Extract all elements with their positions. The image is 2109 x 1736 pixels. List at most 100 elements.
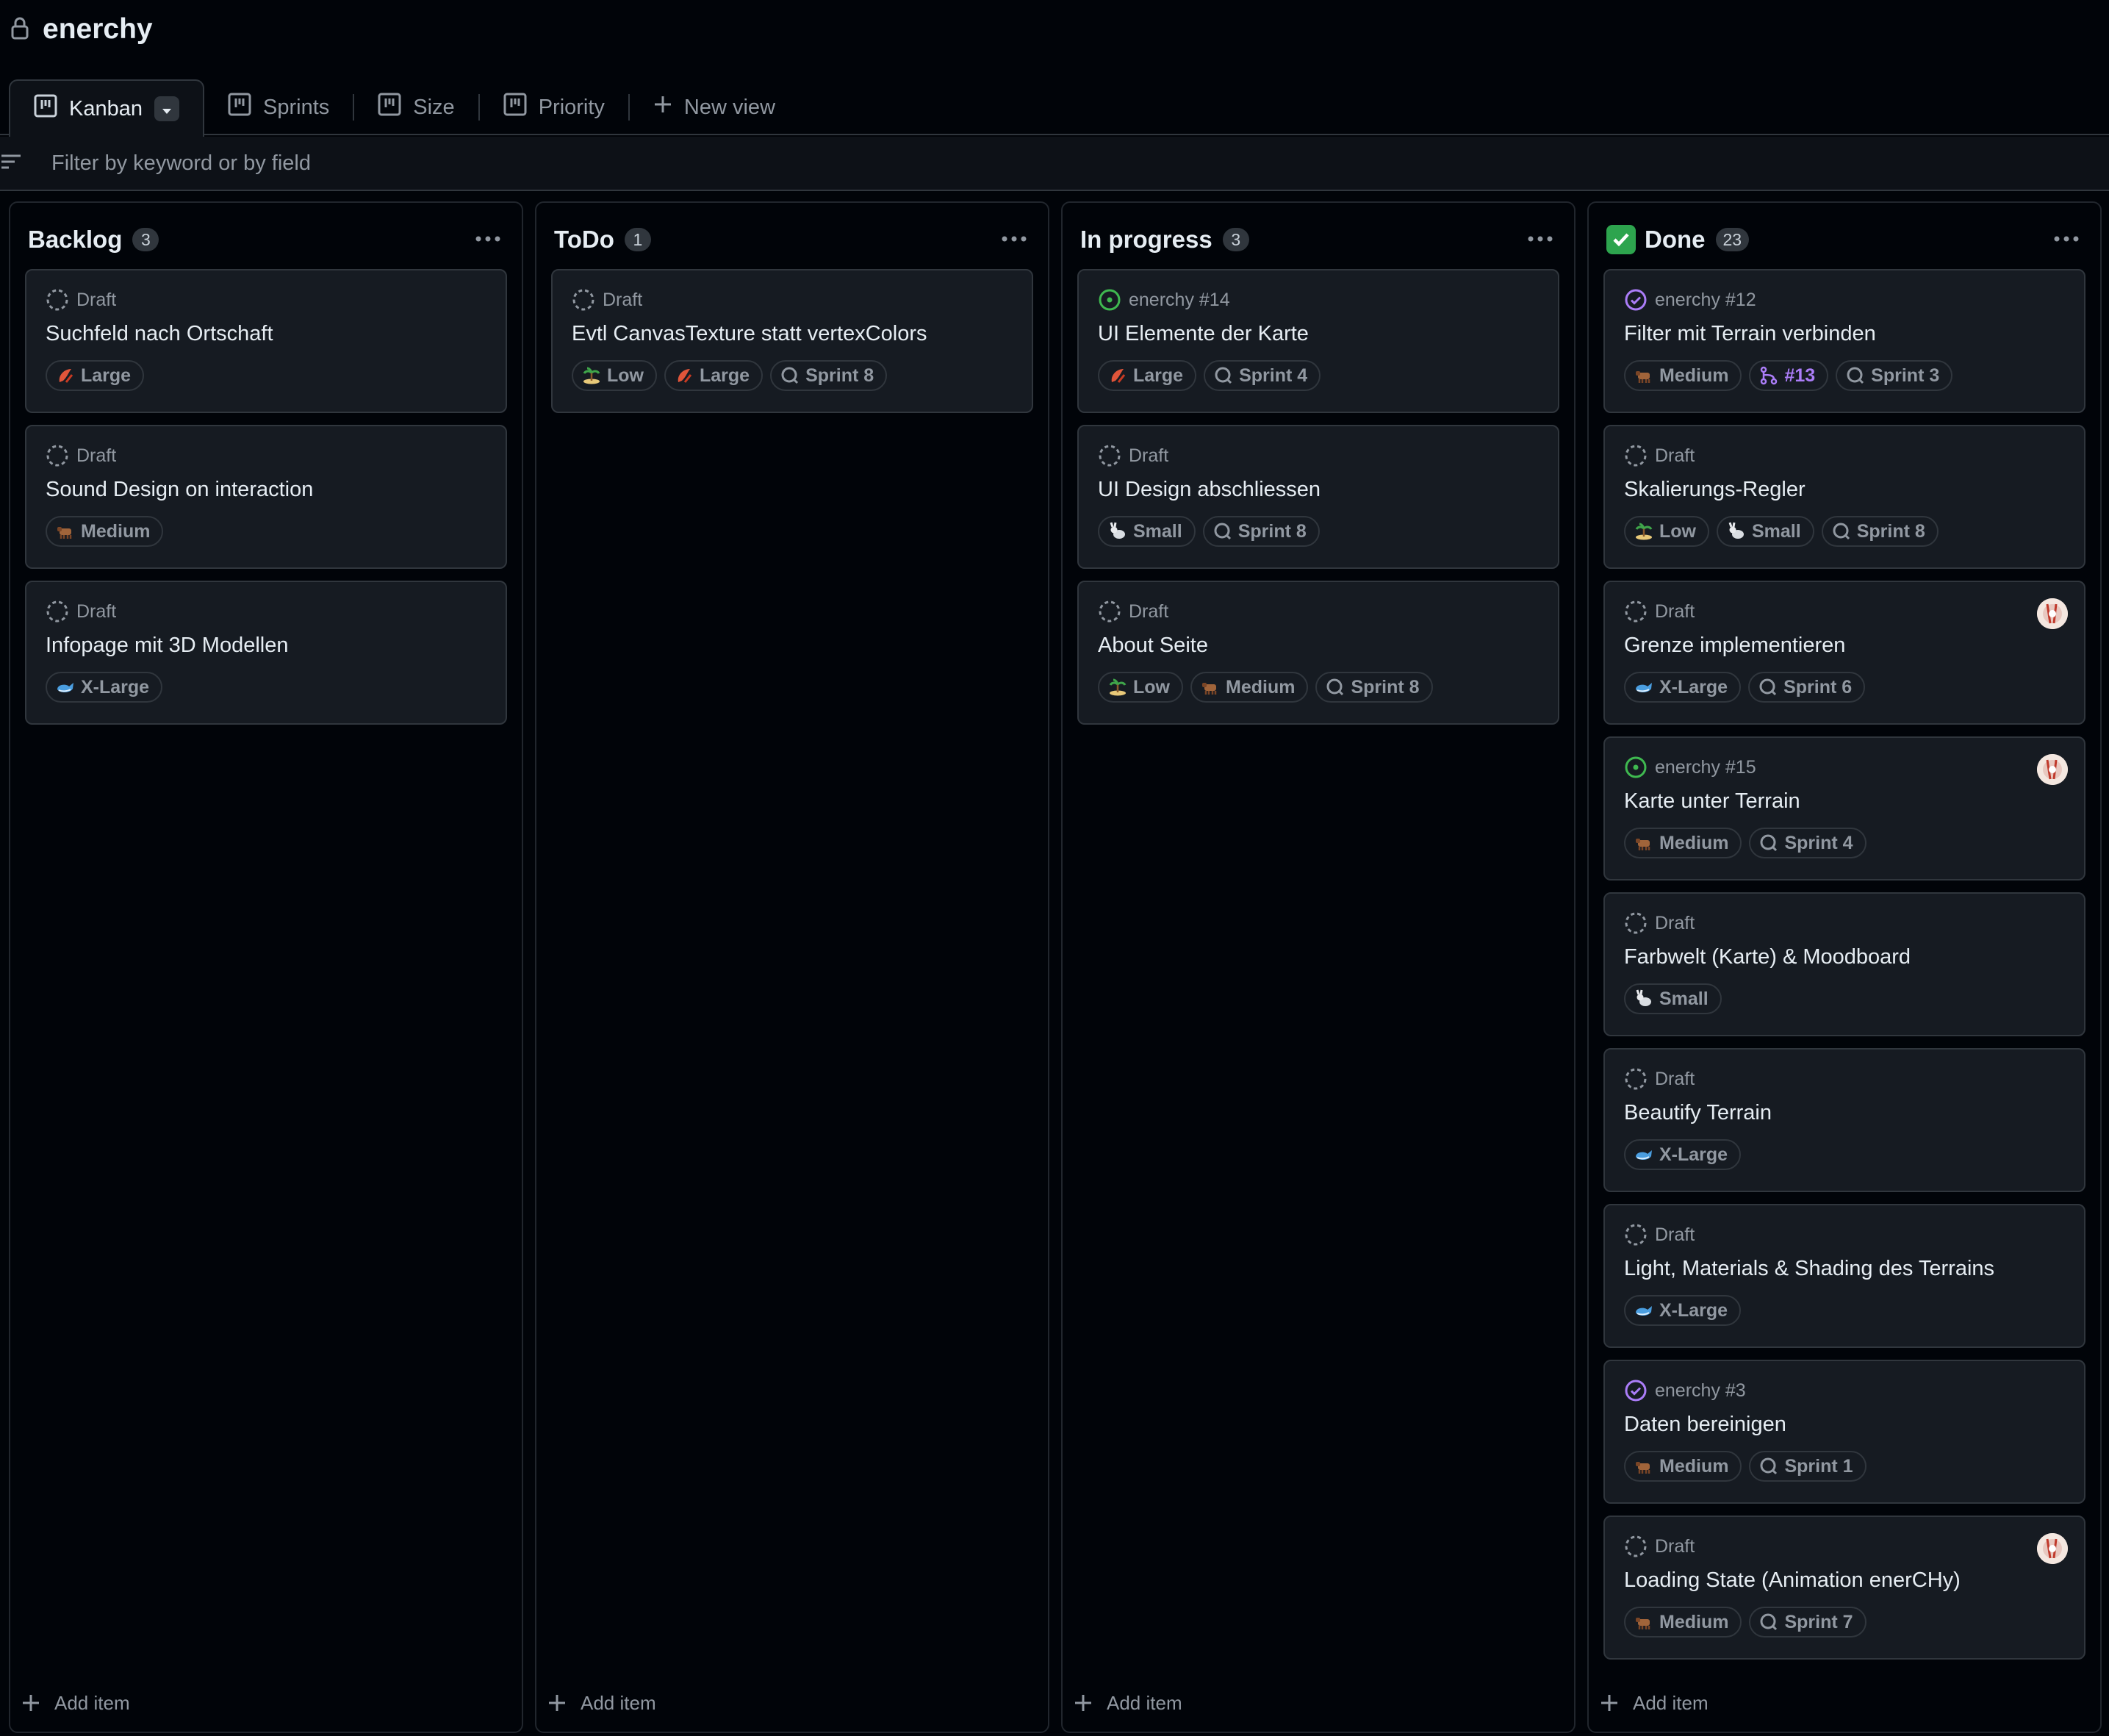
tab-priority[interactable]: Priority xyxy=(480,79,628,135)
tab-kanban[interactable]: Kanban xyxy=(9,79,204,137)
card-label[interactable]: Small xyxy=(1098,516,1196,547)
card-label-text: Low xyxy=(1133,676,1170,697)
issue-closed-icon xyxy=(1624,1379,1648,1402)
card-title[interactable]: Loading State (Animation enerCHy) xyxy=(1624,1568,1961,1593)
card-title[interactable]: Filter mit Terrain verbinden xyxy=(1624,322,1876,346)
column-menu-button[interactable] xyxy=(472,223,504,256)
card-label[interactable]: Sprint 8 xyxy=(1315,672,1433,703)
card-label[interactable]: Sprint 8 xyxy=(1821,516,1939,547)
project-header: enerchy Kanban Sprints Size Priority New… xyxy=(0,0,2109,137)
card-label[interactable]: Sprint 8 xyxy=(770,360,888,391)
card-label[interactable]: Low xyxy=(572,360,657,391)
card-label[interactable]: Small xyxy=(1717,516,1814,547)
card-meta-text: Draft xyxy=(603,289,643,310)
card-title[interactable]: Beautify Terrain xyxy=(1624,1101,1772,1125)
card-label[interactable]: Large xyxy=(46,360,145,391)
board-card[interactable]: Draft Beautify Terrain X-Large xyxy=(1603,1048,2085,1192)
assignee-avatar[interactable] xyxy=(2037,754,2068,785)
card-title[interactable]: Infopage mit 3D Modellen xyxy=(46,634,288,658)
card-label[interactable]: Sprint 4 xyxy=(1204,360,1321,391)
card-title[interactable]: About Seite xyxy=(1098,634,1208,658)
card-label[interactable]: Sprint 8 xyxy=(1202,516,1320,547)
card-title[interactable]: Daten bereinigen xyxy=(1624,1413,1786,1437)
card-labels: Medium Sprint 4 xyxy=(1624,828,1867,858)
card-label[interactable]: Low xyxy=(1098,672,1183,703)
add-item-button[interactable]: Add item xyxy=(1074,1685,1182,1721)
card-title[interactable]: Light, Materials & Shading des Terrains xyxy=(1624,1257,1994,1281)
board-card[interactable]: enerchy #12 Filter mit Terrain verbinden M… xyxy=(1603,269,2085,413)
card-label[interactable]: X-Large xyxy=(1624,1295,1742,1326)
card-meta-text: Draft xyxy=(76,600,117,622)
tab-sprints[interactable]: Sprints xyxy=(204,79,353,135)
card-label[interactable]: #13 xyxy=(1749,360,1829,391)
assignee-avatar[interactable] xyxy=(2037,598,2068,629)
board-card[interactable]: Draft UI Design abschliessen Small Sprint 8 xyxy=(1077,425,1559,569)
card-label[interactable]: Small xyxy=(1624,983,1722,1014)
plus-icon xyxy=(1600,1694,1618,1712)
filter-input[interactable]: Filter by keyword or by field xyxy=(51,151,311,176)
board-card[interactable]: Draft Suchfeld nach Ortschaft Large xyxy=(25,269,507,413)
board-card[interactable]: enerchy #14 UI Elemente der Karte Large Spr… xyxy=(1077,269,1559,413)
card-title[interactable]: UI Elemente der Karte xyxy=(1098,322,1309,346)
card-label[interactable]: Sprint 3 xyxy=(1836,360,1953,391)
card-title[interactable]: Karte unter Terrain xyxy=(1624,789,1800,814)
board-card[interactable]: enerchy #15 Karte unter Terrain Medium Spri… xyxy=(1603,736,2085,880)
card-label[interactable]: Medium xyxy=(1624,360,1742,391)
card-meta: Draft xyxy=(46,600,116,623)
add-item-button[interactable]: Add item xyxy=(1600,1685,1709,1721)
board-card[interactable]: Draft Evtl CanvasTexture statt vertexColo… xyxy=(551,269,1033,413)
card-label[interactable]: Medium xyxy=(1624,1607,1742,1638)
card-labels: Medium #13 Sprint 3 xyxy=(1624,360,1953,391)
board-card[interactable]: Draft Sound Design on interaction Medium xyxy=(25,425,507,569)
assignee-avatar[interactable] xyxy=(2037,1533,2068,1564)
card-meta-text[interactable]: enerchy #15 xyxy=(1655,757,1756,778)
card-label[interactable]: Large xyxy=(1098,360,1197,391)
board-card[interactable]: Draft Light, Materials & Shading des Terr… xyxy=(1603,1204,2085,1348)
board-card[interactable]: enerchy #3 Daten bereinigen Medium Sprint 1 xyxy=(1603,1360,2085,1504)
draft-icon xyxy=(572,288,595,312)
card-meta-text[interactable]: enerchy #3 xyxy=(1655,1380,1746,1402)
card-label[interactable]: Medium xyxy=(1190,672,1309,703)
card-meta-text[interactable]: enerchy #12 xyxy=(1655,290,1756,311)
card-title[interactable]: Grenze implementieren xyxy=(1624,634,1845,658)
card-meta-text: Draft xyxy=(1655,1224,1695,1245)
card-title[interactable]: UI Design abschliessen xyxy=(1098,478,1321,502)
view-options-caret[interactable] xyxy=(154,96,179,121)
card-label[interactable]: X-Large xyxy=(46,672,163,703)
board-card[interactable]: Draft Skalierungs-Regler Low Small Sprint 8 xyxy=(1603,425,2085,569)
draft-icon xyxy=(1098,444,1121,467)
board-card[interactable]: Draft About Seite Low Medium Sprint 8 xyxy=(1077,581,1559,725)
card-label[interactable]: Medium xyxy=(1624,1451,1742,1482)
card-label[interactable]: Low xyxy=(1624,516,1709,547)
card-label[interactable]: Large xyxy=(664,360,764,391)
column-menu-button[interactable] xyxy=(1524,223,1556,256)
board-card[interactable]: Draft Loading State (Animation enerCHy) Me… xyxy=(1603,1516,2085,1660)
card-label[interactable]: Sprint 6 xyxy=(1748,672,1866,703)
card-title[interactable]: Farbwelt (Karte) & Moodboard xyxy=(1624,945,1911,969)
card-label[interactable]: X-Large xyxy=(1624,672,1742,703)
add-item-button[interactable]: Add item xyxy=(548,1685,656,1721)
board-card[interactable]: Draft Farbwelt (Karte) & Moodboard Small xyxy=(1603,892,2085,1036)
card-label[interactable]: X-Large xyxy=(1624,1139,1742,1170)
lock-icon xyxy=(10,16,29,43)
card-label[interactable]: Medium xyxy=(46,516,164,547)
card-title[interactable]: Sound Design on interaction xyxy=(46,478,313,502)
add-item-button[interactable]: Add item xyxy=(22,1685,130,1721)
filter-bar[interactable]: Filter by keyword or by field xyxy=(0,137,2109,191)
board-card[interactable]: Draft Grenze implementieren X-Large Sprint … xyxy=(1603,581,2085,725)
tab-size[interactable]: Size xyxy=(354,79,478,135)
card-title[interactable]: Skalierungs-Regler xyxy=(1624,478,1806,502)
column-menu-button[interactable] xyxy=(2050,223,2083,256)
board-card[interactable]: Draft Infopage mit 3D Modellen X-Large xyxy=(25,581,507,725)
card-title[interactable]: Evtl CanvasTexture statt vertexColors xyxy=(572,322,927,346)
card-label[interactable]: Medium xyxy=(1624,828,1742,858)
card-label[interactable]: Sprint 1 xyxy=(1749,1451,1867,1482)
card-label[interactable]: Sprint 4 xyxy=(1749,828,1867,858)
card-labels: Low Medium Sprint 8 xyxy=(1098,672,1433,703)
column-menu-button[interactable] xyxy=(998,223,1030,256)
card-label[interactable]: Sprint 7 xyxy=(1749,1607,1867,1638)
card-title[interactable]: Suchfeld nach Ortschaft xyxy=(46,322,273,346)
tab-new-view[interactable]: New view xyxy=(630,79,799,135)
card-meta-text[interactable]: enerchy #14 xyxy=(1129,290,1230,311)
card-labels: Medium Sprint 1 xyxy=(1624,1451,1867,1482)
